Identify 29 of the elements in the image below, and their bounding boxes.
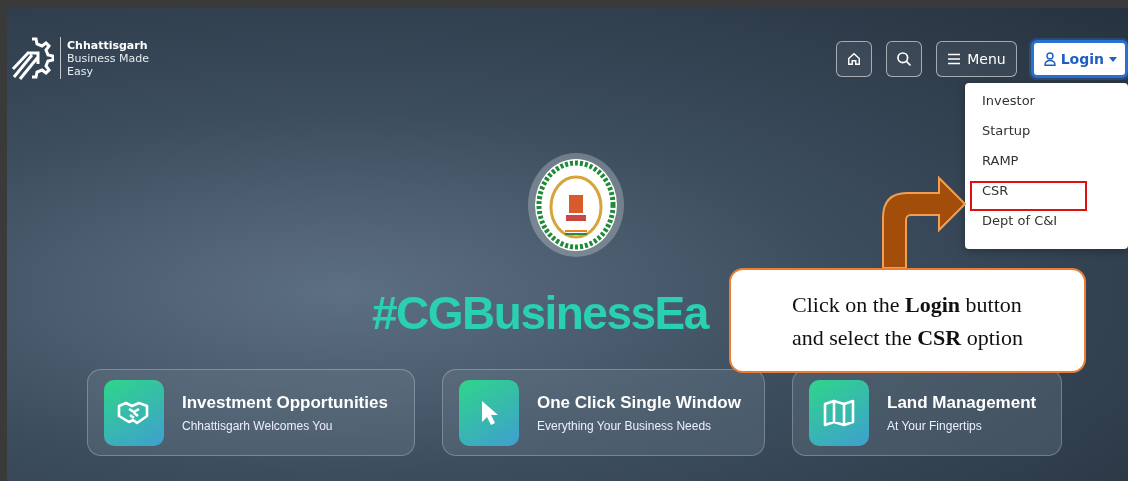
card-title: Investment Opportunities (182, 392, 388, 413)
pointer-icon (479, 398, 499, 427)
card-subtitle: Everything Your Business Needs (537, 418, 713, 433)
search-icon (896, 51, 913, 67)
card-title: Land Management (887, 392, 1037, 413)
feature-card[interactable]: Investment Opportunities Chhattisgarh Welcomes You (87, 369, 415, 456)
instruction-text: Click on the Login button and select the CSR option (792, 290, 1023, 352)
dropdown-item[interactable]: CSR (970, 181, 1087, 211)
dropdown-item[interactable]: RAMP (970, 151, 1087, 181)
login-button[interactable]: Login (1030, 40, 1128, 78)
dropdown-item[interactable]: Startup (970, 121, 1087, 151)
card-subtitle: Chhattisgarh Welcomes You (182, 418, 334, 433)
map-icon (823, 398, 855, 427)
dropdown-item[interactable]: Dept of C&I (970, 211, 1087, 241)
menu-icon (947, 53, 962, 65)
user-icon (1043, 52, 1056, 66)
brand-subtitle: Business Made Easy (67, 51, 150, 78)
menu-button[interactable]: Menu (936, 41, 1017, 77)
state-emblem-icon (532, 157, 619, 253)
home-button[interactable] (836, 41, 873, 77)
card-title: One Click Single Window (537, 392, 741, 413)
search-button[interactable] (886, 41, 923, 77)
hashtag-headline: #CGBusinessEa (372, 286, 708, 341)
brand-title: Chhattisgarh (67, 38, 149, 52)
dropdown-item[interactable]: Investor (970, 91, 1087, 121)
home-icon (847, 52, 862, 66)
card-subtitle: At Your Fingertips (887, 418, 983, 433)
caret-icon (1109, 56, 1117, 62)
feature-card[interactable]: One Click Single Window Everything Your Business Needs (442, 369, 765, 456)
